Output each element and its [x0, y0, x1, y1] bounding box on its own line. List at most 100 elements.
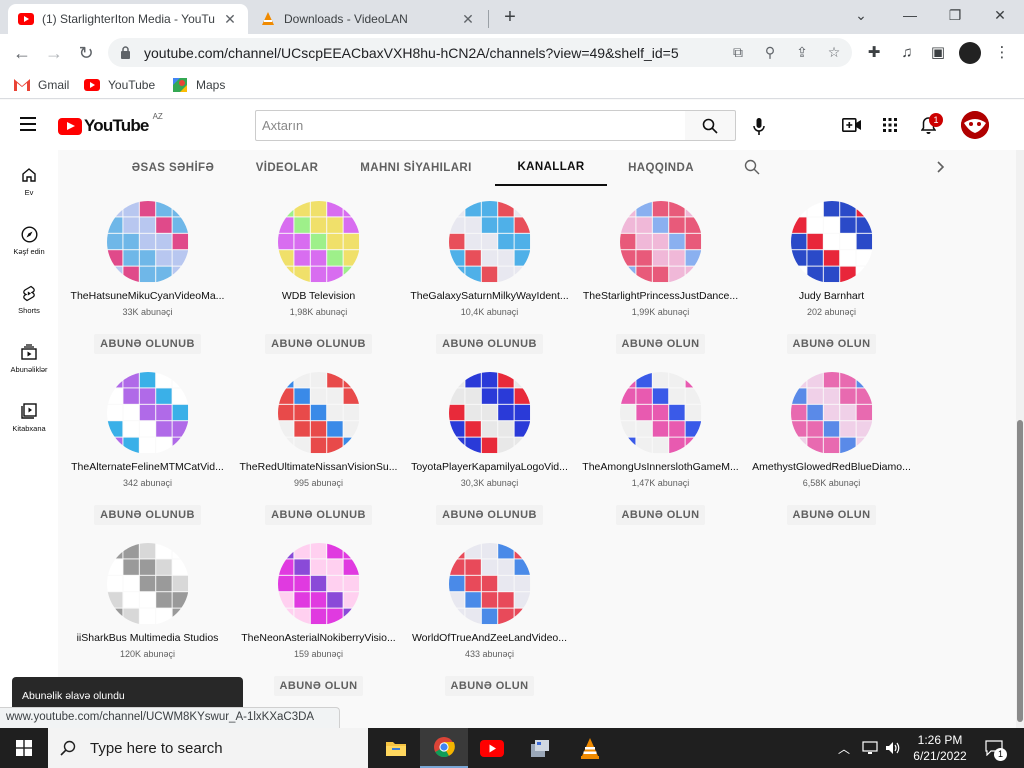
browser-tab-youtube[interactable]: (1) StarlighterIton Media - YouTu ✕	[8, 4, 248, 34]
network-icon[interactable]	[862, 728, 878, 768]
channel-avatar[interactable]	[277, 372, 360, 454]
channel-card[interactable]: WDB Television 1,98K abunəçi ABUNƏ OLUNUB	[233, 201, 404, 354]
channel-avatar[interactable]	[790, 372, 873, 454]
taskbar-chrome[interactable]	[420, 728, 468, 768]
channel-search-icon[interactable]	[744, 159, 760, 180]
guide-item-shorts[interactable]: Shorts	[0, 283, 58, 315]
browser-menu-icon[interactable]: ⋮	[991, 43, 1013, 63]
channel-name[interactable]: AmethystGlowedRedBlueDiamo...	[746, 461, 917, 473]
chevron-right-icon[interactable]	[933, 159, 947, 180]
youtube-logo[interactable]: YouTube AZ	[58, 112, 163, 136]
bookmark-youtube[interactable]: YouTube	[84, 76, 155, 94]
tab-home[interactable]: ƏSAS SƏHİFƏ	[118, 150, 228, 186]
lock-icon[interactable]	[120, 46, 134, 60]
channel-avatar[interactable]	[448, 543, 531, 625]
scrollbar-thumb[interactable]	[1017, 420, 1023, 722]
system-clock[interactable]: 1:26 PM 6/21/2022	[905, 732, 975, 764]
channel-name[interactable]: ToyotaPlayerKapamilyaLogoVid...	[404, 461, 575, 473]
reload-icon[interactable]: ↻	[74, 41, 98, 65]
apps-button[interactable]	[879, 114, 901, 136]
channel-name[interactable]: TheAmongUsInnerslothGameM...	[575, 461, 746, 473]
channel-avatar[interactable]	[277, 201, 360, 283]
channel-card[interactable]: WorldOfTrueAndZeeLandVideo... 433 abunəçi…	[404, 543, 575, 696]
close-tab-icon[interactable]: ✕	[460, 11, 476, 28]
subscribe-button[interactable]: ABUNƏ OLUN	[615, 505, 706, 525]
channel-name[interactable]: TheNeonAsterialNokiberryVisio...	[233, 632, 404, 644]
taskbar-app-installer[interactable]	[516, 728, 564, 768]
channel-card[interactable]: TheRedUltimateNissanVisionSu... 995 abunə…	[233, 372, 404, 525]
open-in-app-icon[interactable]: ⧉	[726, 42, 750, 62]
channel-card[interactable]: AmethystGlowedRedBlueDiamo... 6,58K abunə…	[746, 372, 917, 525]
channel-name[interactable]: TheGalaxySaturnMilkyWayIdent...	[404, 290, 575, 302]
create-video-button[interactable]	[841, 114, 863, 136]
search-input[interactable]: Axtarın	[255, 110, 686, 141]
channel-card[interactable]: TheAmongUsInnerslothGameM... 1,47K abunəç…	[575, 372, 746, 525]
taskbar-file-explorer[interactable]	[372, 728, 420, 768]
channel-name[interactable]: TheHatsuneMikuCyanVideoMa...	[62, 290, 233, 302]
guide-item-subscriptions[interactable]: Abunəliklər	[0, 342, 58, 374]
bookmark-maps[interactable]: Maps	[172, 76, 225, 94]
extensions-puzzle-icon[interactable]: ✚	[863, 43, 885, 63]
subscribe-button[interactable]: ABUNƏ OLUN	[786, 505, 877, 525]
voice-search-button[interactable]	[746, 113, 772, 139]
channel-name[interactable]: WDB Television	[233, 290, 404, 302]
channel-card[interactable]: Judy Barnhart 202 abunəçi ABUNƏ OLUN	[746, 201, 917, 354]
channel-name[interactable]: TheRedUltimateNissanVisionSu...	[233, 461, 404, 473]
tab-channels[interactable]: KANALLAR	[495, 150, 607, 186]
media-controls-icon[interactable]: ♫	[896, 43, 918, 63]
bookmark-gmail[interactable]: Gmail	[14, 76, 69, 94]
channel-avatar[interactable]	[619, 201, 702, 283]
show-hidden-icons-chevron-icon[interactable]: ︿	[838, 728, 850, 768]
share-icon[interactable]: ⇪	[790, 42, 814, 62]
channel-avatar[interactable]	[448, 201, 531, 283]
channel-avatar[interactable]	[448, 372, 531, 454]
browser-tab-videolan[interactable]: Downloads - VideoLAN ✕	[250, 4, 486, 34]
channel-avatar[interactable]	[106, 201, 189, 283]
subscribed-button[interactable]: ABUNƏ OLUNUB	[265, 334, 372, 354]
channel-avatar[interactable]	[619, 372, 702, 454]
guide-item-home[interactable]: Ev	[0, 165, 58, 197]
new-tab-button[interactable]: +	[499, 6, 521, 28]
channel-card[interactable]: TheStarlightPrincessJustDance... 1,99K ab…	[575, 201, 746, 354]
subscribed-button[interactable]: ABUNƏ OLUNUB	[436, 334, 543, 354]
subscribed-button[interactable]: ABUNƏ OLUNUB	[94, 334, 201, 354]
start-button[interactable]	[0, 728, 48, 768]
taskbar-vlc[interactable]	[566, 728, 614, 768]
back-arrow-icon[interactable]: ←	[10, 41, 34, 65]
search-button[interactable]	[685, 110, 736, 141]
user-avatar[interactable]	[961, 111, 989, 139]
channel-card[interactable]: iiSharkBus Multimedia Studios 120K abunəç…	[62, 543, 233, 659]
zoom-icon[interactable]: ⚲	[758, 42, 782, 62]
forward-arrow-icon[interactable]: →	[42, 41, 66, 65]
side-panel-icon[interactable]: ▣	[927, 43, 949, 63]
channel-card[interactable]: TheGalaxySaturnMilkyWayIdent... 10,4K abu…	[404, 201, 575, 354]
taskbar-search-box[interactable]: Type here to search	[48, 728, 368, 768]
channel-avatar[interactable]	[106, 372, 189, 454]
subscribe-button[interactable]: ABUNƏ OLUN	[786, 334, 877, 354]
guide-item-library[interactable]: Kitabxana	[0, 401, 58, 433]
address-bar[interactable]: youtube.com/channel/UCscpEEACbaxVXH8hu-h…	[108, 38, 852, 67]
channel-card[interactable]: TheNeonAsterialNokiberryVisio... 159 abun…	[233, 543, 404, 696]
subscribe-button[interactable]: ABUNƏ OLUN	[615, 334, 706, 354]
page-scrollbar[interactable]	[1016, 150, 1024, 728]
guide-item-explore[interactable]: Kəşf edin	[0, 224, 58, 256]
tab-videos[interactable]: VİDEOLAR	[248, 150, 326, 186]
bookmark-star-icon[interactable]: ☆	[822, 42, 846, 62]
tab-about[interactable]: HAQQINDA	[621, 150, 701, 186]
channel-avatar[interactable]	[790, 201, 873, 283]
channel-name[interactable]: TheStarlightPrincessJustDance...	[575, 290, 746, 302]
close-tab-icon[interactable]: ✕	[222, 11, 238, 28]
minimize-button[interactable]: —	[895, 4, 925, 26]
tab-search-chevron-icon[interactable]: ⌄	[846, 4, 876, 26]
channel-card[interactable]: TheAlternateFelineMTMCatVid... 342 abunəç…	[62, 372, 233, 525]
browser-profile-avatar[interactable]	[959, 42, 981, 64]
subscribe-button[interactable]: ABUNƏ OLUN	[273, 676, 364, 696]
subscribe-button[interactable]: ABUNƏ OLUN	[444, 676, 535, 696]
subscribed-button[interactable]: ABUNƏ OLUNUB	[94, 505, 201, 525]
subscribed-button[interactable]: ABUNƏ OLUNUB	[436, 505, 543, 525]
channel-avatar[interactable]	[106, 543, 189, 625]
channel-name[interactable]: WorldOfTrueAndZeeLandVideo...	[404, 632, 575, 644]
restore-button[interactable]: ❐	[940, 4, 970, 26]
channel-name[interactable]: Judy Barnhart	[746, 290, 917, 302]
taskbar-youtube[interactable]	[468, 728, 516, 768]
